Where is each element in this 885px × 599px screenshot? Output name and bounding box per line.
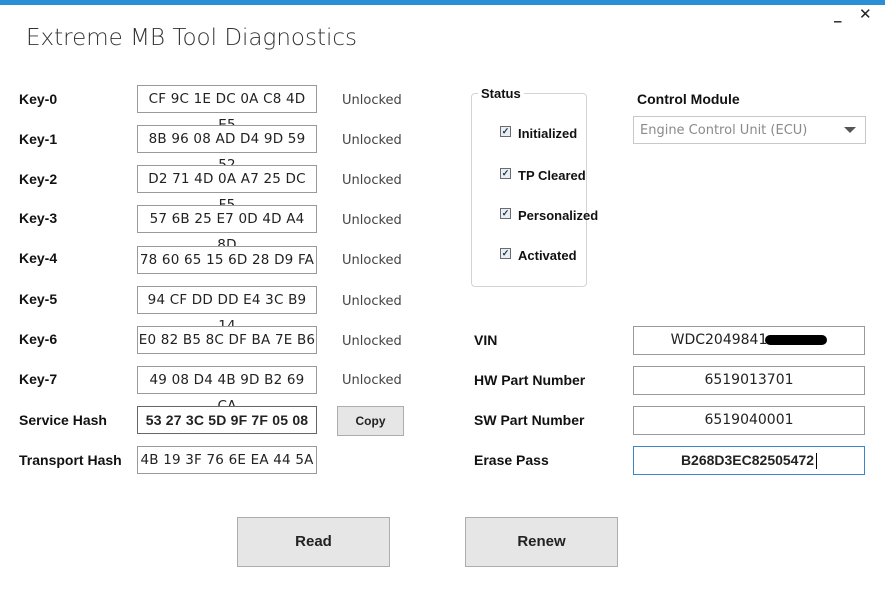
text-caret [816, 453, 818, 470]
key-2-label: Key-2 [19, 171, 58, 187]
erase-pass-field[interactable]: B268D3EC82505472 [633, 446, 865, 475]
key-0-status: Unlocked [342, 93, 402, 108]
redaction-mark [765, 335, 828, 345]
tp-cleared-label: TP Cleared [518, 168, 586, 183]
hw-part-number-field[interactable]: 6519013701 [633, 366, 865, 395]
sw-part-number-label: SW Part Number [474, 412, 585, 428]
initialized-checkbox[interactable]: ✓ [500, 126, 511, 137]
read-button[interactable]: Read [237, 517, 390, 567]
control-module-selected: Engine Control Unit (ECU) [640, 123, 808, 138]
vin-label: VIN [474, 332, 498, 348]
status-title: Status [478, 86, 524, 101]
service-hash-label: Service Hash [19, 412, 107, 428]
key-6-status: Unlocked [342, 334, 402, 349]
service-hash-field[interactable]: 53 27 3C 5D 9F 7F 05 08 [137, 406, 317, 434]
control-module-title: Control Module [637, 91, 740, 107]
personalized-label: Personalized [518, 208, 599, 223]
control-module-select[interactable]: Engine Control Unit (ECU) [633, 116, 866, 144]
erase-pass-value: B268D3EC82505472 [680, 452, 815, 468]
key-7-status: Unlocked [342, 373, 402, 388]
activated-checkbox[interactable]: ✓ [500, 248, 511, 259]
key-1-label: Key-1 [19, 131, 58, 147]
key-3-status: Unlocked [342, 213, 402, 228]
key-0-field[interactable]: CF 9C 1E DC 0A C8 4D E5 [137, 85, 317, 133]
key-5-label: Key-5 [19, 291, 58, 307]
vin-field[interactable]: WDC2049841 [633, 326, 865, 355]
tp-cleared-checkbox[interactable]: ✓ [500, 168, 511, 179]
erase-pass-label: Erase Pass [474, 452, 549, 468]
window-accent-bar [0, 0, 885, 5]
key-1-field[interactable]: 8B 96 08 AD D4 9D 59 52 [137, 125, 317, 173]
key-1-status: Unlocked [342, 133, 402, 148]
key-5-field[interactable]: 94 CF DD DD E4 3C B9 14 [137, 286, 317, 334]
close-button[interactable]: ✕ [859, 6, 872, 22]
chevron-down-icon [844, 127, 856, 133]
vin-value: WDC2049841 [670, 332, 768, 348]
key-6-field[interactable]: E0 82 B5 8C DF BA 7E B6 [137, 326, 317, 354]
hw-part-number-label: HW Part Number [474, 372, 586, 388]
key-6-label: Key-6 [19, 331, 58, 347]
transport-hash-field[interactable]: 4B 19 3F 76 6E EA 44 5A [137, 446, 317, 474]
key-4-label: Key-4 [19, 250, 58, 266]
key-0-label: Key-0 [19, 91, 58, 107]
key-4-status: Unlocked [342, 253, 402, 268]
key-7-field[interactable]: 49 08 D4 4B 9D B2 69 CA [137, 366, 317, 414]
initialized-label: Initialized [518, 126, 578, 141]
key-3-field[interactable]: 57 6B 25 E7 0D 4D A4 8D [137, 205, 317, 253]
key-7-label: Key-7 [19, 371, 58, 387]
key-4-field[interactable]: 78 60 65 15 6D 28 D9 FA [137, 246, 317, 274]
copy-button[interactable]: Copy [337, 406, 404, 436]
renew-button[interactable]: Renew [465, 517, 618, 567]
activated-label: Activated [518, 248, 577, 263]
key-5-status: Unlocked [342, 294, 402, 309]
personalized-checkbox[interactable]: ✓ [500, 208, 511, 219]
sw-part-number-field[interactable]: 6519040001 [633, 406, 865, 435]
minimize-button[interactable]: _ [834, 6, 842, 22]
key-2-field[interactable]: D2 71 4D 0A A7 25 DC F5 [137, 165, 317, 213]
window-title: Extreme MB Tool Diagnostics [26, 25, 357, 51]
transport-hash-label: Transport Hash [19, 452, 122, 468]
key-2-status: Unlocked [342, 173, 402, 188]
key-3-label: Key-3 [19, 210, 58, 226]
